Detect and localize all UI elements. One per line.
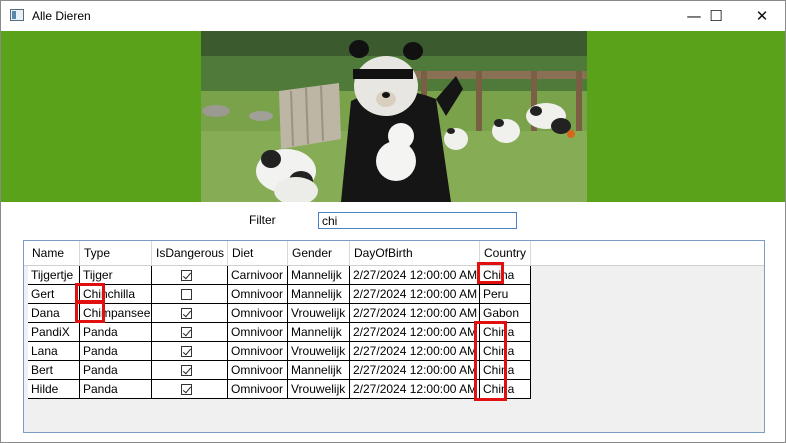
cell-isdangerous[interactable] [152, 266, 228, 285]
title-bar[interactable]: Alle Dieren — ☐ ✕ [1, 1, 785, 31]
cell-diet[interactable]: Omnivoor [228, 342, 288, 361]
column-header-gender[interactable]: Gender [288, 241, 350, 265]
cell-gender[interactable]: Vrouwelijk [288, 380, 350, 399]
cell-diet[interactable]: Carnivoor [228, 266, 288, 285]
filter-label: Filter [249, 213, 276, 227]
cell-name[interactable]: Hilde [28, 380, 80, 399]
table-row[interactable]: PandiX Panda Omnivoor Mannelijk 2/27/202… [28, 323, 531, 342]
cell-isdangerous[interactable] [152, 380, 228, 399]
cell-name[interactable]: Tijgertje [28, 266, 80, 285]
table-row[interactable]: Bert Panda Omnivoor Mannelijk 2/27/2024 … [28, 361, 531, 380]
animals-datagrid[interactable]: Name Type IsDangerous Diet Gender DayOfB… [23, 240, 765, 433]
cell-name[interactable]: Lana [28, 342, 80, 361]
match-highlight [75, 301, 105, 323]
header-banner [1, 31, 785, 202]
window-title: Alle Dieren [32, 9, 91, 23]
cell-isdangerous[interactable] [152, 323, 228, 342]
isdangerous-checkbox[interactable] [181, 365, 192, 376]
cell-dayofbirth[interactable]: 2/27/2024 12:00:00 AM [350, 304, 480, 323]
app-icon [10, 9, 24, 21]
cell-type[interactable]: Panda [80, 361, 152, 380]
match-highlight [75, 283, 105, 303]
cell-gender[interactable]: Vrouwelijk [288, 342, 350, 361]
cell-dayofbirth[interactable]: 2/27/2024 12:00:00 AM [350, 380, 480, 399]
cell-diet[interactable]: Omnivoor [228, 323, 288, 342]
column-header-type[interactable]: Type [80, 241, 152, 265]
cell-isdangerous[interactable] [152, 285, 228, 304]
close-button[interactable]: ✕ [739, 1, 785, 31]
cell-type[interactable]: Panda [80, 380, 152, 399]
cell-diet[interactable]: Omnivoor [228, 380, 288, 399]
cell-country[interactable]: Peru [480, 285, 531, 304]
isdangerous-checkbox[interactable] [181, 384, 192, 395]
panda-photo [201, 31, 587, 202]
cell-gender[interactable]: Vrouwelijk [288, 304, 350, 323]
isdangerous-checkbox[interactable] [181, 308, 192, 319]
table-row[interactable]: Hilde Panda Omnivoor Vrouwelijk 2/27/202… [28, 380, 531, 399]
match-highlight [474, 321, 507, 401]
cell-dayofbirth[interactable]: 2/27/2024 12:00:00 AM [350, 323, 480, 342]
table-row[interactable]: Lana Panda Omnivoor Vrouwelijk 2/27/2024… [28, 342, 531, 361]
cell-isdangerous[interactable] [152, 304, 228, 323]
cell-isdangerous[interactable] [152, 361, 228, 380]
cell-type[interactable]: Panda [80, 323, 152, 342]
isdangerous-checkbox[interactable] [181, 270, 192, 281]
cell-gender[interactable]: Mannelijk [288, 266, 350, 285]
panda-photo-image [201, 31, 587, 202]
cell-name[interactable]: Gert [28, 285, 80, 304]
cell-gender[interactable]: Mannelijk [288, 285, 350, 304]
cell-name[interactable]: Bert [28, 361, 80, 380]
isdangerous-checkbox[interactable] [181, 289, 192, 300]
cell-diet[interactable]: Omnivoor [228, 304, 288, 323]
cell-isdangerous[interactable] [152, 342, 228, 361]
cell-name[interactable]: PandiX [28, 323, 80, 342]
cell-diet[interactable]: Omnivoor [228, 285, 288, 304]
isdangerous-checkbox[interactable] [181, 346, 192, 357]
maximize-button[interactable]: ☐ [693, 1, 739, 31]
cell-type[interactable]: Panda [80, 342, 152, 361]
column-header-dayofbirth[interactable]: DayOfBirth [350, 241, 480, 265]
column-header-isdangerous[interactable]: IsDangerous [152, 241, 228, 265]
cell-dayofbirth[interactable]: 2/27/2024 12:00:00 AM [350, 361, 480, 380]
filter-input[interactable] [318, 212, 517, 229]
column-header-diet[interactable]: Diet [228, 241, 288, 265]
cell-gender[interactable]: Mannelijk [288, 323, 350, 342]
cell-dayofbirth[interactable]: 2/27/2024 12:00:00 AM [350, 342, 480, 361]
cell-gender[interactable]: Mannelijk [288, 361, 350, 380]
cell-dayofbirth[interactable]: 2/27/2024 12:00:00 AM [350, 285, 480, 304]
cell-diet[interactable]: Omnivoor [228, 361, 288, 380]
cell-name[interactable]: Dana [28, 304, 80, 323]
grid-header: Name Type IsDangerous Diet Gender DayOfB… [24, 241, 764, 266]
main-window: Alle Dieren — ☐ ✕ Filter chi Name Type I… [0, 0, 786, 443]
cell-dayofbirth[interactable]: 2/27/2024 12:00:00 AM [350, 266, 480, 285]
column-header-name[interactable]: Name [28, 241, 80, 265]
isdangerous-checkbox[interactable] [181, 327, 192, 338]
match-highlight [477, 262, 504, 284]
